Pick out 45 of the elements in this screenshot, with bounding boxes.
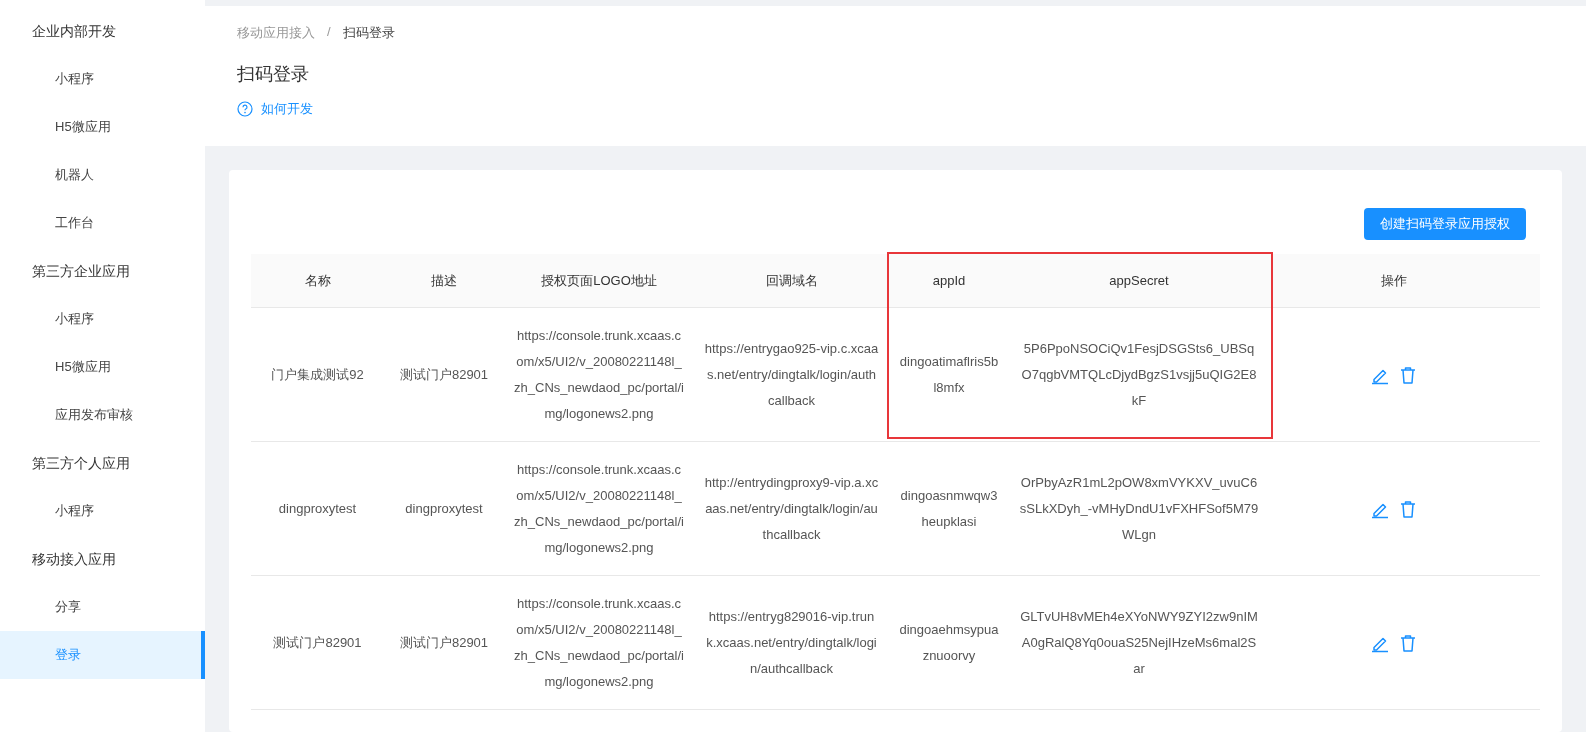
- table-cell-text: 测试门户82901: [272, 633, 363, 652]
- trash-icon[interactable]: [1398, 632, 1418, 653]
- trash-icon[interactable]: [1398, 364, 1418, 385]
- column-header: appSecret: [1108, 271, 1170, 290]
- sidebar-group-title: 第三方个人应用: [31, 454, 131, 473]
- table-cell-text: 测试门户82901: [398, 633, 490, 652]
- sidebar-item[interactable]: 工作台: [0, 199, 205, 247]
- column-header: 操作: [1380, 271, 1408, 290]
- table-cell-text: http://entrydingproxy9-vip.a.xcaas.net/entry/dingtalk/login/authcallback: [703, 473, 880, 544]
- sidebar-item[interactable]: H5微应用: [0, 103, 205, 151]
- table-cell-text: https://entryg829016-vip.trunk.xcaas.net/entry/dingtalk/login/authcallback: [705, 607, 878, 678]
- table-cell-text: GLTvUH8vMEh4eXYoNWY9ZYI2zw9nIMA0gRalQ8Yq0ouaS25NejIHzeMs6mal2Sar: [1019, 607, 1259, 678]
- sidebar-item[interactable]: H5微应用: [0, 343, 205, 391]
- table-cell-text: dingproxytest: [277, 499, 358, 518]
- sidebar-group-title: 第三方企业应用: [31, 262, 131, 281]
- table-cell-text: https://console.trunk.xcaas.com/x5/UI2/v_20080221148l_zh_CNs_newdaod_pc/portal/img/logonews2.png: [513, 326, 685, 423]
- column-header: appId: [931, 271, 967, 290]
- table-cell-text: 5P6PpoNSOCiQv1FesjDSGSts6_UBSqO7qgbVMTQLcDjydBgzS1vsjj5uQIG2E8kF: [1020, 339, 1258, 410]
- table-cell-text: dingproxytest: [404, 499, 484, 518]
- table-cell-text: 测试门户82901: [398, 365, 490, 384]
- page-title: 扫码登录: [237, 63, 310, 86]
- column-header: 名称: [303, 271, 332, 290]
- help-icon: [237, 101, 253, 117]
- sidebar-item[interactable]: 小程序: [0, 295, 205, 343]
- column-header: 回调域名: [764, 271, 819, 290]
- table-cell-text: https://console.trunk.xcaas.com/x5/UI2/v_20080221148l_zh_CNs_newdaod_pc/portal/img/logonews2.png: [513, 460, 685, 557]
- table-cell-text: dingoasnmwqw3heupklasi: [899, 486, 999, 531]
- table-cell-text: dingoaehmsypuaznuoorvy: [898, 620, 1000, 665]
- sidebar-item[interactable]: 分享: [0, 583, 205, 631]
- table-cell-text: 门户集成测试92: [270, 365, 365, 384]
- table-cell-text: https://entrygao925-vip.c.xcaas.net/entry/dingtalk/login/authcallback: [703, 339, 880, 410]
- column-header: 授权页面LOGO地址: [540, 271, 658, 290]
- table-cell-text: https://console.trunk.xcaas.com/x5/UI2/v_20080221148l_zh_CNs_newdaod_pc/portal/img/logonews2.png: [513, 594, 685, 691]
- sidebar-item[interactable]: 应用发布审核: [0, 391, 205, 439]
- sidebar-group-title: 移动接入应用: [31, 550, 117, 569]
- sidebar-item[interactable]: 小程序: [0, 487, 205, 535]
- sidebar-item[interactable]: 机器人: [0, 151, 205, 199]
- breadcrumb-item: 扫码登录: [342, 24, 395, 42]
- table-cell-text: dingoatimaflris5bl8mfx: [898, 352, 1000, 397]
- column-header: 描述: [430, 271, 458, 290]
- sidebar-group-title: 企业内部开发: [31, 22, 117, 41]
- table-cell-text: OrPbyAzR1mL2pOW8xmVYKXV_uvuC6sSLkXDyh_-vMHyDndU1vFXHFSof5M79WLgn: [1018, 473, 1260, 544]
- sidebar-item[interactable]: 小程序: [0, 55, 205, 103]
- trash-icon[interactable]: [1398, 498, 1418, 519]
- breadcrumb-separator: /: [327, 24, 331, 41]
